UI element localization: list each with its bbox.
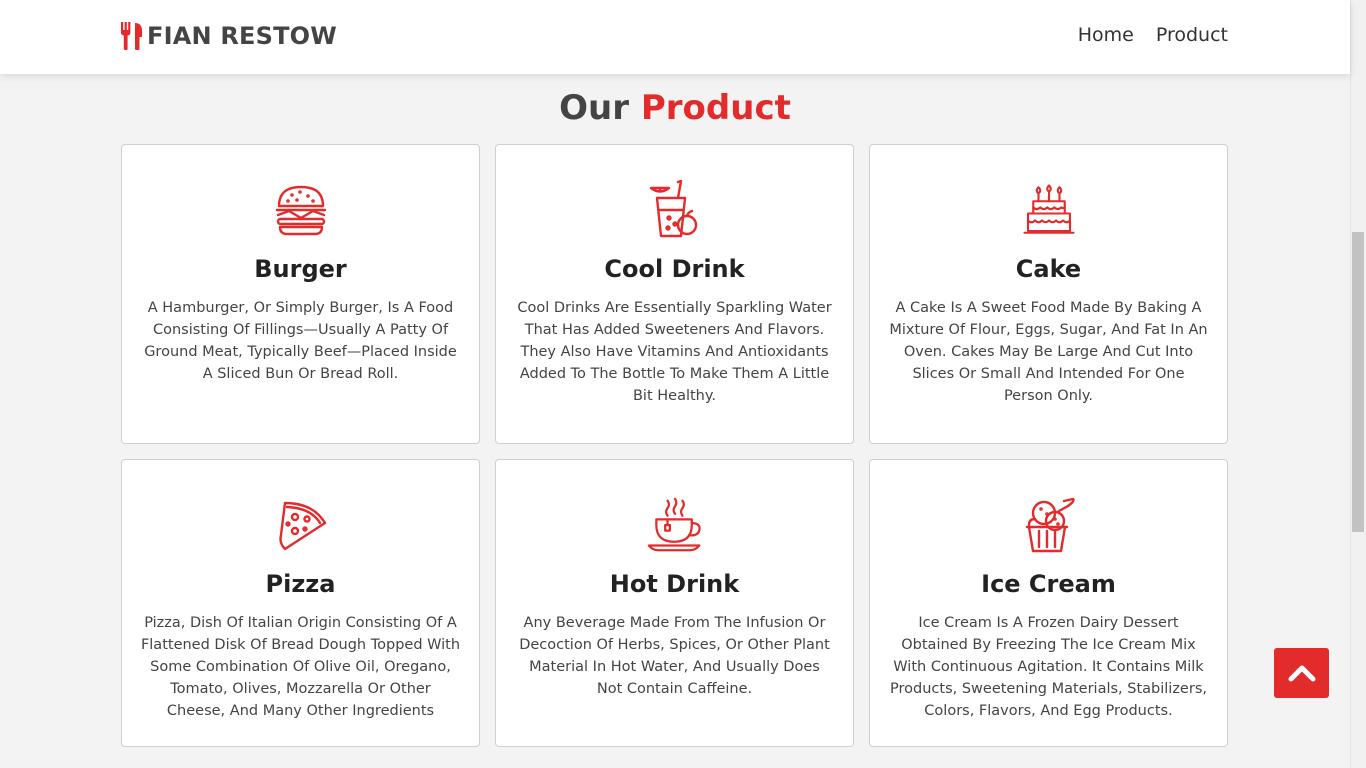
product-card-burger: Burger A Hamburger, Or Simply Burger, Is…	[121, 144, 480, 444]
product-title: Ice Cream	[981, 570, 1116, 598]
section-title-accent: Product	[640, 88, 791, 128]
section-title-prefix: Our	[559, 88, 630, 128]
product-title: Cool Drink	[604, 255, 745, 283]
product-title: Hot Drink	[609, 570, 740, 598]
navbar: FIAN RESTOW Home Product	[0, 0, 1350, 74]
product-title: Pizza	[265, 570, 336, 598]
fork-knife-icon	[121, 22, 142, 50]
product-description: Cool Drinks Are Essentially Sparkling Wa…	[517, 300, 832, 404]
product-description: A Hamburger, Or Simply Burger, Is A Food…	[144, 300, 457, 382]
pizza-icon	[273, 494, 329, 556]
hot-drink-icon	[647, 494, 703, 556]
product-description: Pizza, Dish Of Italian Origin Consisting…	[140, 615, 461, 719]
scrollbar-thumb[interactable]	[1352, 232, 1364, 532]
ice-cream-icon	[1021, 494, 1077, 556]
product-card-cake: Cake A Cake Is A Sweet Food Made By Baki…	[869, 144, 1228, 444]
section-title: Our Product	[0, 88, 1350, 128]
product-card-ice-cream: Ice Cream Ice Cream Is A Frozen Dairy De…	[869, 459, 1228, 747]
nav-product-link[interactable]: Product	[1156, 24, 1228, 46]
nav-links: Home Product	[1078, 24, 1228, 46]
product-grid: Burger A Hamburger, Or Simply Burger, Is…	[121, 144, 1228, 747]
chevron-up-icon	[1288, 665, 1315, 682]
product-description: A Cake Is A Sweet Food Made By Baking A …	[889, 300, 1208, 404]
brand-name: FIAN RESTOW	[147, 22, 337, 50]
product-title: Cake	[1015, 255, 1082, 283]
product-card-pizza: Pizza Pizza, Dish Of Italian Origin Cons…	[121, 459, 480, 747]
cool-drink-icon	[647, 179, 703, 241]
nav-home-link[interactable]: Home	[1078, 24, 1134, 46]
product-title: Burger	[254, 255, 347, 283]
scroll-to-top-button[interactable]	[1274, 648, 1329, 698]
product-description: Any Beverage Made From The Infusion Or D…	[519, 615, 830, 697]
product-description: Ice Cream Is A Frozen Dairy Dessert Obta…	[890, 615, 1207, 719]
burger-icon	[273, 179, 329, 241]
cake-icon	[1021, 179, 1077, 241]
product-card-cool-drink: Cool Drink Cool Drinks Are Essentially S…	[495, 144, 854, 444]
product-card-hot-drink: Hot Drink Any Beverage Made From The Inf…	[495, 459, 854, 747]
brand-logo[interactable]: FIAN RESTOW	[121, 20, 337, 52]
